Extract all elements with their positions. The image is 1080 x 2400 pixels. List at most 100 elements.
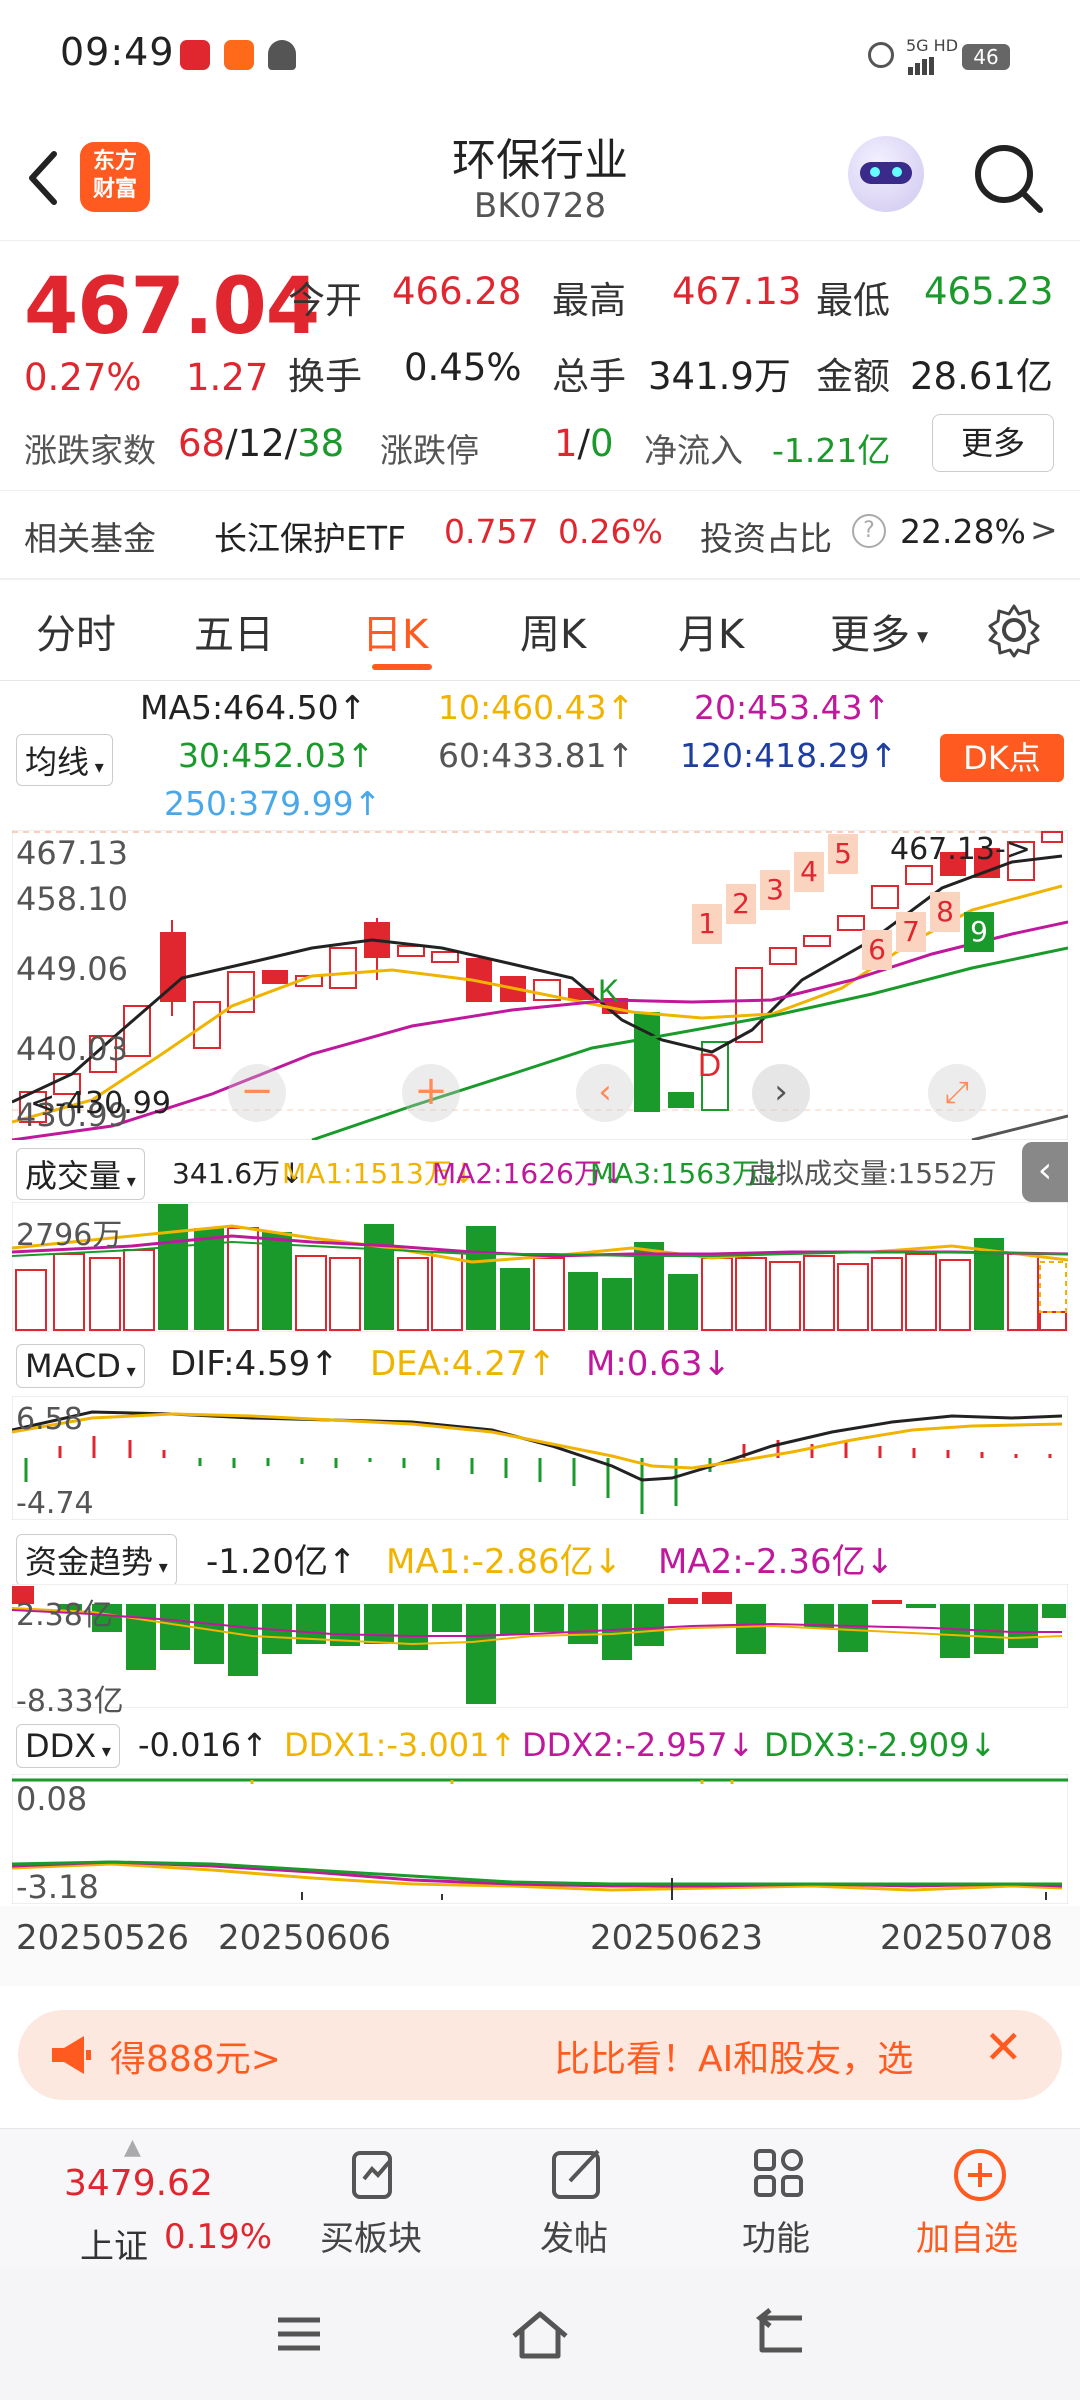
ddx2-value: DDX2:-2.957↓ xyxy=(522,1726,755,1764)
fund-name: 长江保护ETF xyxy=(214,519,406,558)
td-marker: 9 xyxy=(964,912,994,952)
ma-selector-dropdown[interactable]: 均线 ▾ xyxy=(16,734,113,786)
megaphone-icon xyxy=(52,2036,91,2074)
close-banner-icon[interactable]: ✕ xyxy=(984,2020,1023,2074)
ma5-value: MA5:464.50↑ xyxy=(140,688,367,727)
date-label: 20250526 xyxy=(16,1918,190,1958)
ma30-value: 30:452.03↑ xyxy=(178,736,375,775)
tab-more[interactable]: 更多 ▾ xyxy=(830,602,928,660)
virtual-volume: 虚拟成交量:1552万 xyxy=(748,1157,997,1190)
period-tabs: 分时 五日 日K 周K 月K 更多 ▾ xyxy=(0,580,1080,681)
td-marker: 6 xyxy=(862,930,892,970)
tab-daily-k[interactable]: 日K xyxy=(362,602,428,660)
alarm-icon xyxy=(868,42,894,68)
nav-buy-sector[interactable]: 买板块 xyxy=(316,2139,436,2259)
collapse-panel-icon[interactable]: ‹ xyxy=(1022,1142,1068,1202)
settings-gear-icon[interactable] xyxy=(986,602,1042,658)
tab-monthly-k[interactable]: 月K xyxy=(678,602,744,660)
volume-indicator-dropdown[interactable]: 成交量 ▾ xyxy=(16,1148,145,1200)
volume-value: 341.9万 xyxy=(648,355,791,398)
capital-y-bottom: -8.33亿 xyxy=(16,1684,124,1719)
related-fund-row[interactable]: 相关基金 长江保护ETF 0.757 0.26% 投资占比 ? 22.28% > xyxy=(0,492,1080,578)
promo-text-left: 得888元> xyxy=(110,2039,281,2080)
k-marker: K xyxy=(598,973,619,1009)
scroll-right-button[interactable]: › xyxy=(752,1064,810,1122)
index-pct: 0.19% xyxy=(164,2217,273,2257)
ma120-value: 120:418.29↑ xyxy=(680,736,898,775)
ma20-value: 20:453.43↑ xyxy=(694,688,891,727)
limit-label: 涨跌停 xyxy=(380,431,479,470)
zoom-in-button[interactable]: + xyxy=(402,1064,460,1122)
fund-label: 相关基金 xyxy=(24,519,156,558)
nav-add-watchlist[interactable]: 加自选 xyxy=(910,2139,1050,2259)
ddx1-value: DDX1:-3.001↑ xyxy=(284,1726,517,1764)
tab-weekly-k[interactable]: 周K xyxy=(520,602,586,660)
promo-banner[interactable]: 得888元> 比比看！AI和股友，选 ✕ xyxy=(18,2010,1062,2100)
nav-label: 功能 xyxy=(742,2219,810,2259)
kline-y-tick: 467.13 xyxy=(16,834,128,872)
edit-icon xyxy=(552,2149,600,2199)
scroll-left-button[interactable]: ‹ xyxy=(576,1064,634,1122)
zoom-out-button[interactable]: − xyxy=(228,1064,286,1122)
td-marker: 2 xyxy=(726,884,756,924)
change-pct: 0.27% xyxy=(24,356,142,399)
home-icon[interactable] xyxy=(508,2306,572,2362)
volume-y-tick: 2796万 xyxy=(16,1218,123,1253)
turnover-label: 换手 xyxy=(288,355,362,398)
macd-chart xyxy=(12,1396,1068,1520)
ma250-value: 250:379.99↑ xyxy=(164,784,382,823)
netflow-label: 净流入 xyxy=(644,431,743,470)
capital-ma1: MA1:-2.86亿↓ xyxy=(386,1542,623,1582)
fullscreen-icon[interactable]: ⤢ xyxy=(928,1064,986,1122)
tab-intraday[interactable]: 分时 xyxy=(36,602,116,660)
ddx3-value: DDX3:-2.909↓ xyxy=(764,1726,997,1764)
macd-indicator-dropdown[interactable]: MACD ▾ xyxy=(16,1344,145,1388)
more-button[interactable]: 更多 xyxy=(932,414,1054,472)
ai-robot-icon[interactable] xyxy=(848,136,924,212)
open-value: 466.28 xyxy=(392,270,522,313)
promo-text-right: 比比看！AI和股友，选 xyxy=(554,2039,914,2080)
macd-m: M:0.63↓ xyxy=(586,1344,731,1384)
td-marker: 1 xyxy=(692,904,722,944)
kline-max-label: 467.13-> xyxy=(890,832,1031,867)
nav-label: 买板块 xyxy=(320,2219,422,2259)
ma10-value: 10:460.43↑ xyxy=(438,688,635,727)
td-marker: 5 xyxy=(828,834,858,874)
app-notification-icon xyxy=(180,40,210,70)
qq-icon xyxy=(268,40,296,70)
kline-min-label: <-430.99 xyxy=(30,1086,171,1121)
network-label: 5G HD xyxy=(906,36,959,55)
ddx-indicator-dropdown[interactable]: DDX ▾ xyxy=(16,1724,120,1768)
bottom-toolbar: ▲ 3479.62 上证 0.19% 买板块 发帖 功能 加自选 xyxy=(0,2128,1080,2269)
dk-point-button[interactable]: DK点 xyxy=(940,734,1064,782)
tab-five-day[interactable]: 五日 xyxy=(194,602,274,660)
nav-label: 发帖 xyxy=(540,2219,608,2259)
ma60-value: 60:433.81↑ xyxy=(438,736,635,775)
td-marker: 4 xyxy=(794,852,824,892)
ddx-value: -0.016↑ xyxy=(138,1726,268,1764)
add-circle-icon xyxy=(954,2149,1006,2201)
capital-trend-dropdown[interactable]: 资金趋势 ▾ xyxy=(16,1534,177,1586)
ddx-chart xyxy=(12,1774,1068,1904)
high-label: 最高 xyxy=(552,279,626,322)
back-nav-icon[interactable] xyxy=(752,2308,808,2360)
td-marker: 7 xyxy=(896,912,926,952)
status-bar: 09:49 5G HD 46 xyxy=(0,0,1080,110)
tab-active-indicator xyxy=(372,664,432,670)
kline-y-tick: 458.10 xyxy=(16,880,128,918)
search-icon[interactable] xyxy=(970,140,1050,220)
date-label: 20250623 xyxy=(590,1918,764,1958)
adv-dec-label: 涨跌家数 xyxy=(24,431,156,470)
header: 东方 财富 环保行业 BK0728 xyxy=(0,110,1080,241)
help-icon[interactable]: ? xyxy=(852,514,886,548)
grid-icon xyxy=(754,2149,803,2197)
high-value: 467.13 xyxy=(672,270,802,313)
ratio-label: 投资占比 xyxy=(700,519,832,558)
nav-functions[interactable]: 功能 xyxy=(720,2139,840,2259)
index-name: 上证 xyxy=(80,2227,148,2267)
nav-post[interactable]: 发帖 xyxy=(520,2139,640,2259)
kline-y-tick: 440.03 xyxy=(16,1030,128,1068)
macd-dea: DEA:4.27↑ xyxy=(370,1344,556,1384)
kline-y-tick: 449.06 xyxy=(16,950,128,988)
menu-icon[interactable] xyxy=(274,2312,324,2356)
